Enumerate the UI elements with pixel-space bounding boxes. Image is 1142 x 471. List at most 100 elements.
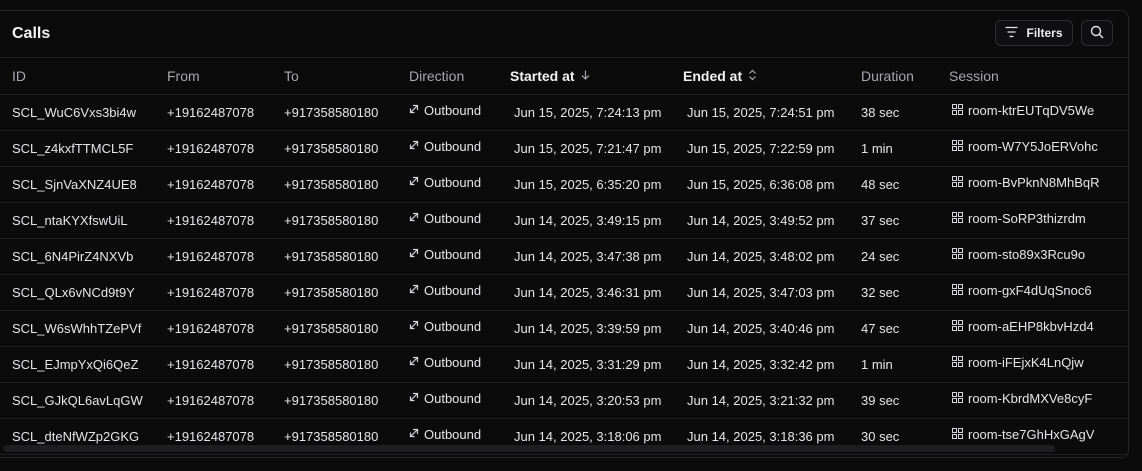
- session-cell[interactable]: room-tse7GhHxGAgV: [952, 427, 1094, 442]
- room-grid-icon: [952, 283, 963, 298]
- from-number: +19162487078: [167, 321, 255, 336]
- filters-label: Filters: [1026, 26, 1063, 40]
- outbound-arrow-icon: [409, 284, 419, 297]
- room-grid-icon: [952, 175, 963, 190]
- table-row[interactable]: SCL_WuC6Vxs3bi4w +19162487078 +917358580…: [0, 95, 1128, 131]
- from-number: +19162487078: [167, 177, 255, 192]
- table-row[interactable]: SCL_W6sWhhTZePVf +19162487078 +917358580…: [0, 311, 1128, 347]
- column-ended-at[interactable]: Ended at: [683, 68, 757, 84]
- column-direction-label: Direction: [409, 68, 465, 84]
- table-row[interactable]: SCL_z4kxfTTMCL5F +19162487078 +917358580…: [0, 131, 1128, 167]
- direction-label: Outbound: [424, 103, 482, 118]
- direction-label: Outbound: [424, 427, 482, 442]
- column-session-label: Session: [949, 68, 999, 84]
- from-number: +19162487078: [167, 393, 255, 408]
- started-at: Jun 14, 2025, 3:49:15 pm: [514, 213, 662, 228]
- ended-at: Jun 15, 2025, 6:36:08 pm: [687, 177, 835, 192]
- room-grid-icon: [952, 247, 963, 262]
- outbound-arrow-icon: [409, 320, 419, 333]
- session-cell[interactable]: room-sto89x3Rcu9o: [952, 247, 1085, 262]
- direction-cell: Outbound: [409, 247, 481, 262]
- direction-cell: Outbound: [409, 175, 481, 190]
- duration: 48 sec: [861, 177, 900, 192]
- session-label: room-BvPknN8MhBqR: [968, 175, 1100, 190]
- search-button[interactable]: [1081, 20, 1113, 46]
- session-label: room-ktrEUTqDV5We: [968, 103, 1095, 118]
- to-number: +917358580180: [284, 285, 379, 300]
- filters-button[interactable]: Filters: [995, 20, 1073, 46]
- direction-cell: Outbound: [409, 139, 481, 154]
- table-row[interactable]: SCL_6N4PirZ4NXVb +19162487078 +917358580…: [0, 239, 1128, 275]
- call-id: SCL_QLx6vNCd9t9Y: [12, 285, 135, 300]
- started-at: Jun 14, 2025, 3:39:59 pm: [514, 321, 662, 336]
- direction-cell: Outbound: [409, 427, 481, 442]
- column-duration[interactable]: Duration: [861, 68, 914, 84]
- table-row[interactable]: SCL_GJkQL6avLqGW +19162487078 +917358580…: [0, 383, 1128, 419]
- column-id-label: ID: [12, 68, 26, 84]
- column-to-label: To: [284, 68, 299, 84]
- duration: 47 sec: [861, 321, 900, 336]
- table-body: SCL_WuC6Vxs3bi4w +19162487078 +917358580…: [0, 95, 1128, 455]
- table-row[interactable]: SCL_SjnVaXNZ4UE8 +19162487078 +917358580…: [0, 167, 1128, 203]
- direction-cell: Outbound: [409, 319, 481, 334]
- ended-at: Jun 14, 2025, 3:18:36 pm: [687, 429, 835, 444]
- started-at: Jun 15, 2025, 7:21:47 pm: [514, 141, 662, 156]
- session-cell[interactable]: room-gxF4dUqSnoc6: [952, 283, 1092, 298]
- column-session[interactable]: Session: [949, 68, 999, 84]
- started-at: Jun 15, 2025, 7:24:13 pm: [514, 105, 662, 120]
- ended-at: Jun 14, 2025, 3:49:52 pm: [687, 213, 835, 228]
- from-number: +19162487078: [167, 285, 255, 300]
- outbound-arrow-icon: [409, 104, 419, 117]
- session-cell[interactable]: room-ktrEUTqDV5We: [952, 103, 1094, 118]
- room-grid-icon: [952, 427, 963, 442]
- column-ended-at-label: Ended at: [683, 68, 743, 84]
- to-number: +917358580180: [284, 321, 379, 336]
- room-grid-icon: [952, 319, 963, 334]
- page-title: Calls: [12, 25, 51, 42]
- duration: 38 sec: [861, 105, 900, 120]
- from-number: +19162487078: [167, 429, 255, 444]
- room-grid-icon: [952, 211, 963, 226]
- room-grid-icon: [952, 103, 963, 118]
- ended-at: Jun 14, 2025, 3:48:02 pm: [687, 249, 835, 264]
- ended-at: Jun 15, 2025, 7:22:59 pm: [687, 141, 835, 156]
- room-grid-icon: [952, 391, 963, 406]
- table-row[interactable]: SCL_EJmpYxQi6QeZ +19162487078 +917358580…: [0, 347, 1128, 383]
- room-grid-icon: [952, 139, 963, 154]
- from-number: +19162487078: [167, 105, 255, 120]
- session-cell[interactable]: room-BvPknN8MhBqR: [952, 175, 1100, 190]
- duration: 1 min: [861, 357, 893, 372]
- column-to[interactable]: To: [284, 68, 299, 84]
- direction-cell: Outbound: [409, 103, 481, 118]
- call-id: SCL_EJmpYxQi6QeZ: [12, 357, 139, 372]
- session-cell[interactable]: room-iFEjxK4LnQjw: [952, 355, 1084, 370]
- column-direction[interactable]: Direction: [409, 68, 464, 84]
- session-cell[interactable]: room-aEHP8kbvHzd4: [952, 319, 1094, 334]
- direction-label: Outbound: [424, 175, 482, 190]
- call-id: SCL_6N4PirZ4NXVb: [12, 249, 134, 264]
- outbound-arrow-icon: [409, 428, 419, 441]
- column-id[interactable]: ID: [12, 68, 26, 84]
- duration: 1 min: [861, 141, 893, 156]
- to-number: +917358580180: [284, 213, 379, 228]
- column-started-at[interactable]: Started at: [510, 68, 590, 84]
- direction-label: Outbound: [424, 391, 482, 406]
- call-id: SCL_WuC6Vxs3bi4w: [12, 105, 137, 120]
- session-label: room-tse7GhHxGAgV: [968, 427, 1095, 442]
- session-label: room-iFEjxK4LnQjw: [968, 355, 1084, 370]
- outbound-arrow-icon: [409, 356, 419, 369]
- to-number: +917358580180: [284, 105, 379, 120]
- direction-label: Outbound: [424, 247, 482, 262]
- started-at: Jun 15, 2025, 6:35:20 pm: [514, 177, 662, 192]
- outbound-arrow-icon: [409, 140, 419, 153]
- session-cell[interactable]: room-KbrdMXVe8cyF: [952, 391, 1092, 406]
- to-number: +917358580180: [284, 249, 379, 264]
- call-id: SCL_SjnVaXNZ4UE8: [12, 177, 137, 192]
- horizontal-scrollbar[interactable]: [3, 445, 1055, 452]
- session-cell[interactable]: room-W7Y5JoERVohc: [952, 139, 1098, 154]
- column-from[interactable]: From: [167, 68, 200, 84]
- table-row[interactable]: SCL_ntaKYXfswUiL +19162487078 +917358580…: [0, 203, 1128, 239]
- session-cell[interactable]: room-SoRP3thizrdm: [952, 211, 1086, 226]
- table-row[interactable]: SCL_QLx6vNCd9t9Y +19162487078 +917358580…: [0, 275, 1128, 311]
- panel-header: Calls Filters: [0, 11, 1128, 58]
